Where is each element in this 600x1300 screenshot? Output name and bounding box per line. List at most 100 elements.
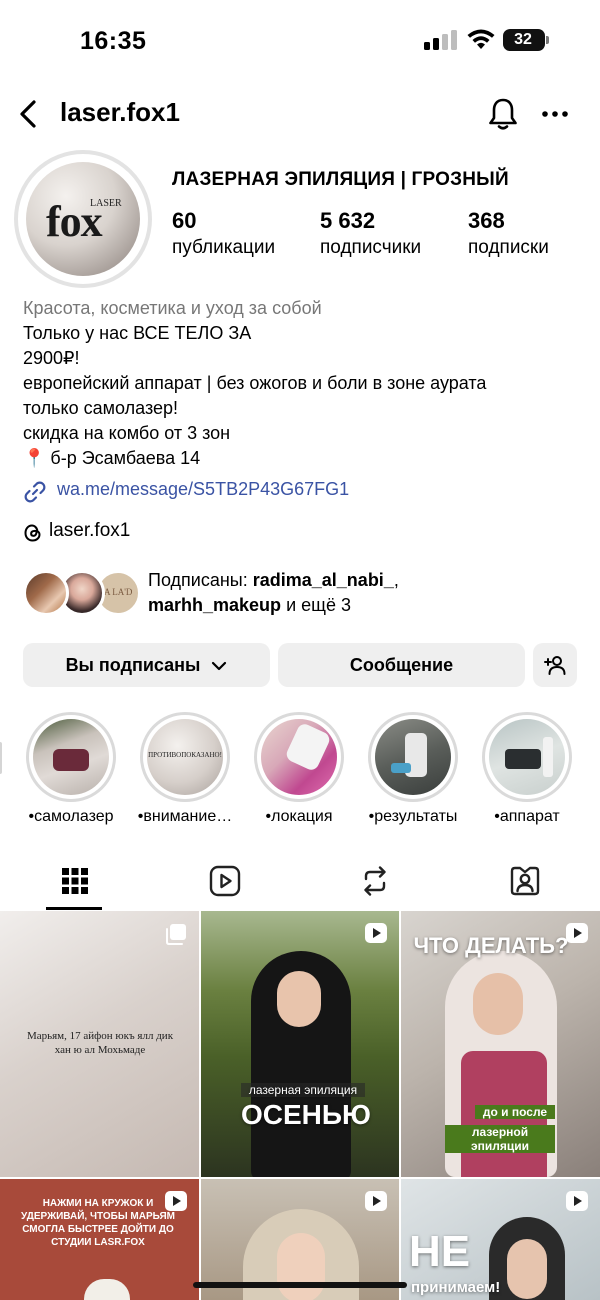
stat-posts-label: публикации bbox=[172, 237, 276, 258]
highlight-image bbox=[261, 719, 337, 795]
avatar-image: fox LASER bbox=[26, 162, 140, 276]
profile-display-name: ЛАЗЕРНАЯ ЭПИЛЯЦИЯ | ГРОЗНЫЙ bbox=[172, 169, 509, 190]
chevron-down-icon bbox=[212, 662, 227, 671]
carousel-icon bbox=[166, 924, 186, 945]
followed-by-user[interactable]: marhh_makeup bbox=[148, 595, 281, 615]
post-caption-big: ОСЕНЬЮ bbox=[241, 1099, 371, 1130]
following-button-label: Вы подписаны bbox=[65, 655, 201, 675]
stat-posts-value: 60 bbox=[172, 208, 197, 233]
notifications-bell-icon[interactable] bbox=[486, 96, 520, 132]
highlight-label: •внимание… bbox=[137, 808, 233, 825]
home-indicator[interactable] bbox=[193, 1282, 407, 1288]
stat-posts[interactable]: 60 публикации bbox=[172, 207, 275, 261]
post-thumbnail[interactable]: НЕ принимаем! bbox=[401, 1179, 600, 1300]
reel-icon bbox=[566, 923, 588, 943]
highlight-label: •самолазер bbox=[28, 808, 114, 825]
tab-reposts[interactable] bbox=[300, 852, 450, 910]
post-thumbnail[interactable]: ЧТО ДЕЛАТЬ? до и после лазерной эпиляции bbox=[401, 911, 600, 1177]
message-button-label: Сообщение bbox=[349, 655, 454, 675]
profile-header: laser.fox1 bbox=[0, 92, 600, 136]
post-caption-top: ЧТО ДЕЛАТЬ? bbox=[413, 933, 569, 958]
device-shape bbox=[543, 737, 553, 777]
post-text: Марьям, 17 айфон юкъ ялл дик хан ю ал Мо… bbox=[26, 1030, 174, 1056]
threads-icon bbox=[24, 524, 41, 542]
face-shape bbox=[277, 1233, 325, 1300]
bio-link-text: wa.me/message/S5TB2P43G67FG1 bbox=[57, 479, 350, 499]
tab-posts-grid[interactable] bbox=[0, 852, 150, 910]
mutual-followers[interactable]: A LA'D Подписаны: radima_al_nabi_, marhh… bbox=[23, 568, 583, 620]
link-icon bbox=[24, 481, 46, 503]
tab-tagged[interactable] bbox=[450, 852, 600, 910]
highlight-image: ПРОТИВОПОКАЗАНО! bbox=[147, 719, 223, 795]
threads-username: laser.fox1 bbox=[49, 520, 131, 541]
bio-category: Красота, косметика и уход за собой bbox=[23, 298, 322, 318]
stat-followers-label: подписчики bbox=[320, 237, 422, 258]
highlight-item[interactable]: ПРОТИВОПОКАЗАНО! •внимание… bbox=[135, 712, 235, 826]
highlight-label: •результаты bbox=[368, 808, 458, 825]
followed-by-prefix: Подписаны: bbox=[148, 570, 253, 590]
highlight-label: •аппарат bbox=[494, 808, 560, 825]
more-options-icon[interactable] bbox=[540, 100, 570, 128]
person-shape bbox=[84, 1279, 130, 1300]
reel-icon bbox=[365, 1191, 387, 1211]
message-button[interactable]: Сообщение bbox=[278, 643, 525, 687]
bio-line: только самолазер! bbox=[23, 398, 179, 418]
repost-icon bbox=[364, 866, 386, 896]
posts-grid: Марьям, 17 айфон юкъ ялл дик хан ю ал Мо… bbox=[0, 911, 600, 1300]
stat-followers-value: 5 632 bbox=[320, 208, 376, 233]
post-text: НАЖМИ НА КРУЖОК И УДЕРЖИВАЙ, ЧТОБЫ МАРЬЯ… bbox=[21, 1198, 175, 1248]
post-caption-small: лазерная эпиляция bbox=[241, 1083, 365, 1097]
highlight-item[interactable]: •результаты bbox=[363, 712, 463, 826]
post-tag: до и после bbox=[475, 1105, 555, 1119]
avatar bbox=[23, 570, 69, 616]
stat-following-label: подписки bbox=[468, 237, 549, 258]
tagged-person-icon bbox=[510, 866, 540, 896]
avatar-logo-small: LASER bbox=[90, 198, 122, 209]
highlight-item[interactable]: •локация bbox=[249, 712, 349, 826]
avatar[interactable]: fox LASER bbox=[14, 150, 152, 288]
face-shape bbox=[473, 973, 523, 1035]
add-user-icon bbox=[544, 656, 566, 675]
highlight-item[interactable]: •аппарат bbox=[477, 712, 577, 826]
followed-by-text: Подписаны: radima_al_nabi_, marhh_makeup… bbox=[148, 568, 578, 618]
post-thumbnail[interactable]: лазерная эпиляция ОСЕНЬЮ bbox=[201, 911, 399, 1177]
back-button[interactable] bbox=[14, 96, 44, 132]
highlight-image bbox=[375, 719, 451, 795]
suggested-users-button[interactable] bbox=[533, 643, 577, 687]
reels-icon bbox=[209, 865, 241, 897]
grid-icon bbox=[62, 868, 88, 894]
highlight-edge bbox=[0, 742, 2, 774]
wifi-icon bbox=[467, 29, 495, 49]
status-time: 16:35 bbox=[80, 27, 147, 55]
device-shape bbox=[391, 763, 411, 773]
highlight-ring bbox=[482, 712, 572, 802]
stat-following-value: 368 bbox=[468, 208, 505, 233]
tab-reels[interactable] bbox=[150, 852, 300, 910]
highlight-label: •локация bbox=[265, 808, 333, 825]
post-tag: лазерной эпиляции bbox=[445, 1125, 555, 1153]
active-tab-indicator bbox=[46, 907, 102, 910]
device-shape bbox=[284, 721, 332, 773]
post-caption-small: принимаем! bbox=[411, 1279, 501, 1296]
highlight-ring bbox=[368, 712, 458, 802]
device-screen-shape bbox=[505, 749, 541, 769]
bio-line: Только у нас ВСЕ ТЕЛО ЗА bbox=[23, 323, 252, 343]
highlight-ring bbox=[26, 712, 116, 802]
cellular-signal-icon bbox=[424, 30, 458, 50]
username-title: laser.fox1 bbox=[60, 97, 180, 127]
stat-following[interactable]: 368 подписки bbox=[468, 207, 549, 261]
battery-cap bbox=[546, 36, 549, 44]
highlight-ring: ПРОТИВОПОКАЗАНО! bbox=[140, 712, 230, 802]
bio-line: 2900₽! bbox=[23, 348, 80, 368]
followed-by-user[interactable]: radima_al_nabi_ bbox=[253, 570, 394, 590]
followed-by-suffix: и ещё 3 bbox=[281, 595, 351, 615]
face-shape bbox=[277, 971, 321, 1027]
post-thumbnail[interactable]: Марьям, 17 айфон юкъ ялл дик хан ю ал Мо… bbox=[0, 911, 199, 1177]
highlight-item[interactable]: •самолазер bbox=[21, 712, 121, 826]
battery-level: 32 bbox=[514, 31, 532, 48]
following-button[interactable]: Вы подписаны bbox=[23, 643, 270, 687]
post-thumbnail[interactable]: НАЖМИ НА КРУЖОК И УДЕРЖИВАЙ, ЧТОБЫ МАРЬЯ… bbox=[0, 1179, 199, 1300]
bio-line: европейский аппарат | без ожогов и боли … bbox=[23, 373, 487, 393]
stat-followers[interactable]: 5 632 подписчики bbox=[320, 207, 421, 261]
highlight-ring bbox=[254, 712, 344, 802]
